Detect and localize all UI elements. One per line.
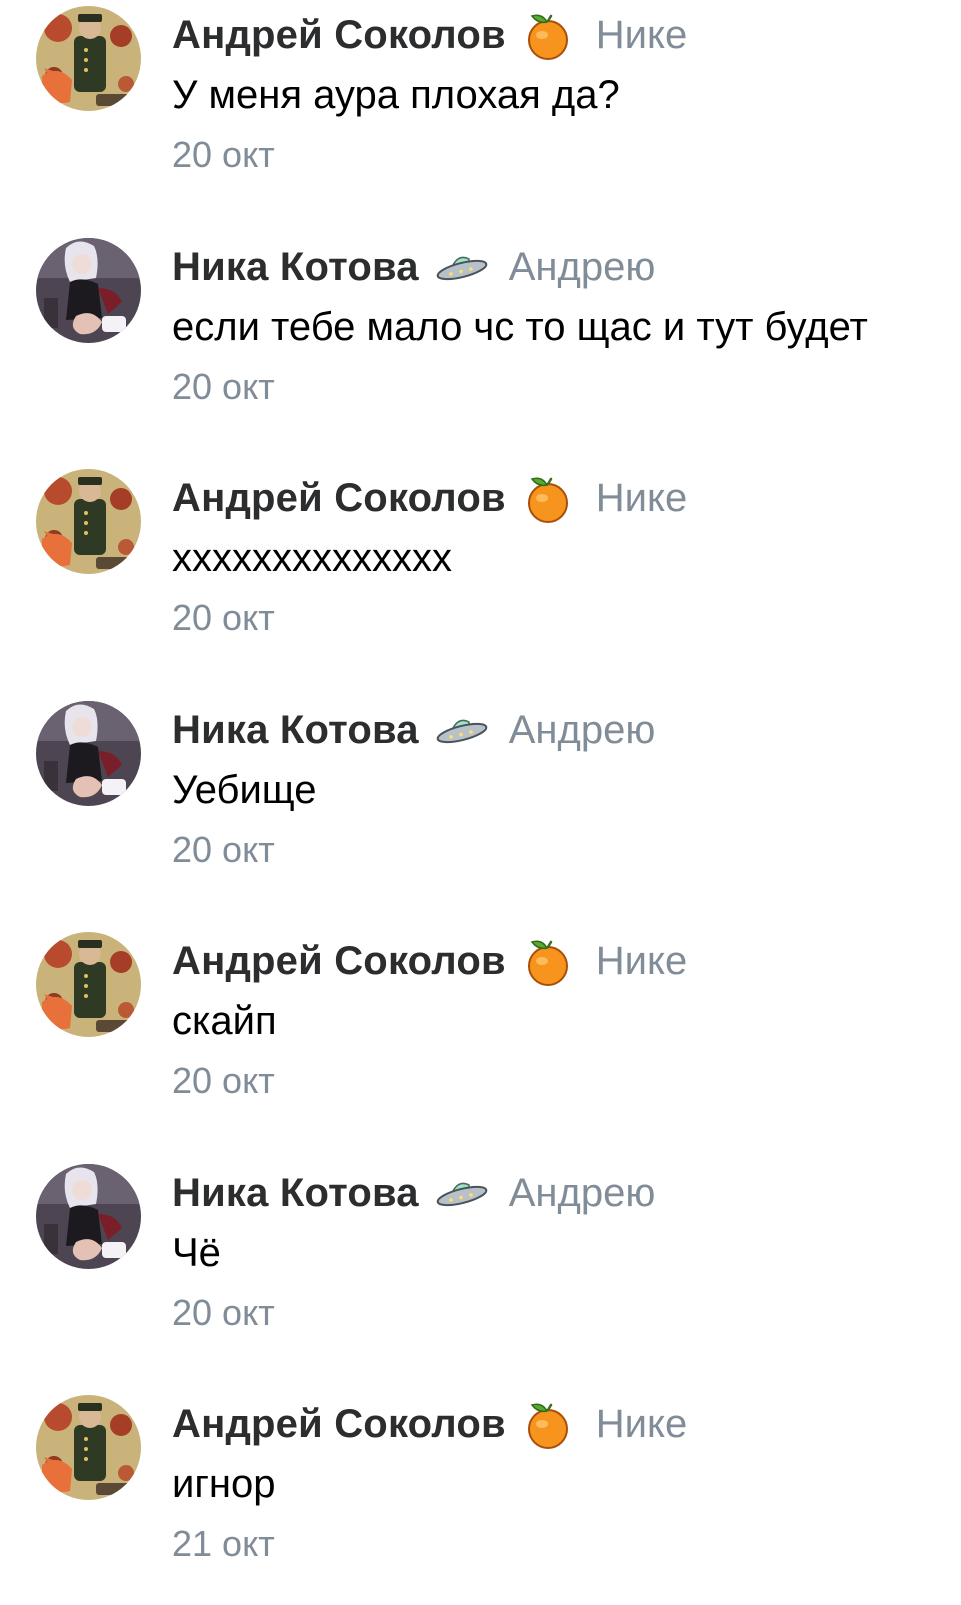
- ufo-icon: [433, 1168, 489, 1218]
- comment-item[interactable]: Ника Котова Андрею Чё 20 окт: [0, 1158, 961, 1358]
- comment-text: Уебище: [172, 768, 317, 812]
- comment-item[interactable]: Андрей Соколов Нике У меня аура плохая да…: [0, 0, 961, 200]
- reply-to-link[interactable]: Нике: [596, 13, 687, 58]
- comment-item[interactable]: Андрей Соколов Нике игнор 21 окт: [0, 1389, 961, 1589]
- author-name[interactable]: Ника Котова: [172, 245, 419, 290]
- avatar[interactable]: [36, 6, 141, 111]
- comment-item[interactable]: Ника Котова Андрею Уебище 20 окт: [0, 695, 961, 895]
- comment-text: хххххххххххххх: [172, 536, 452, 580]
- tangerine-icon: [520, 1399, 576, 1449]
- comment-date: 20 окт: [172, 597, 275, 638]
- author-name[interactable]: Ника Котова: [172, 708, 419, 753]
- author-name[interactable]: Андрей Соколов: [172, 939, 506, 984]
- avatar[interactable]: [36, 932, 141, 1037]
- author-name[interactable]: Андрей Соколов: [172, 1402, 506, 1447]
- comment-header: Андрей Соколов Нике: [172, 936, 687, 986]
- comment-text: У меня аура плохая да?: [172, 73, 620, 117]
- comment-header: Андрей Соколов Нике: [172, 1399, 687, 1449]
- comment-date: 20 окт: [172, 1060, 275, 1101]
- tangerine-icon: [520, 10, 576, 60]
- reply-to-link[interactable]: Нике: [596, 476, 687, 521]
- author-name[interactable]: Андрей Соколов: [172, 476, 506, 521]
- comment-text: игнор: [172, 1462, 276, 1506]
- comment-header: Ника Котова Андрею: [172, 242, 655, 292]
- comment-date: 20 окт: [172, 1292, 275, 1333]
- ufo-icon: [433, 705, 489, 755]
- comment-date: 20 окт: [172, 366, 275, 407]
- reply-to-link[interactable]: Андрею: [509, 1171, 656, 1216]
- avatar[interactable]: [36, 701, 141, 806]
- comment-text: если тебе мало чс то щас и тут будет: [172, 305, 868, 349]
- comment-item[interactable]: Андрей Соколов Нике хххххххххххххх 20 окт: [0, 463, 961, 663]
- comment-header: Ника Котова Андрею: [172, 705, 655, 755]
- reply-to-link[interactable]: Андрею: [509, 708, 656, 753]
- comment-text: скайп: [172, 999, 277, 1043]
- comment-text: Чё: [172, 1231, 221, 1275]
- ufo-icon: [433, 242, 489, 292]
- author-name[interactable]: Ника Котова: [172, 1171, 419, 1216]
- avatar[interactable]: [36, 238, 141, 343]
- comment-header: Андрей Соколов Нике: [172, 10, 687, 60]
- comment-header: Андрей Соколов Нике: [172, 473, 687, 523]
- avatar[interactable]: [36, 469, 141, 574]
- comment-item[interactable]: Ника Котова Андрею если тебе мало чс то щ…: [0, 232, 961, 432]
- comment-item[interactable]: Андрей Соколов Нике скайп 20 окт: [0, 926, 961, 1126]
- avatar[interactable]: [36, 1164, 141, 1269]
- comment-date: 20 окт: [172, 829, 275, 870]
- author-name[interactable]: Андрей Соколов: [172, 13, 506, 58]
- comment-date: 21 окт: [172, 1523, 275, 1564]
- reply-to-link[interactable]: Нике: [596, 939, 687, 984]
- tangerine-icon: [520, 936, 576, 986]
- reply-to-link[interactable]: Андрею: [509, 245, 656, 290]
- comment-header: Ника Котова Андрею: [172, 1168, 655, 1218]
- comment-date: 20 окт: [172, 134, 275, 175]
- reply-to-link[interactable]: Нике: [596, 1402, 687, 1447]
- tangerine-icon: [520, 473, 576, 523]
- avatar[interactable]: [36, 1395, 141, 1500]
